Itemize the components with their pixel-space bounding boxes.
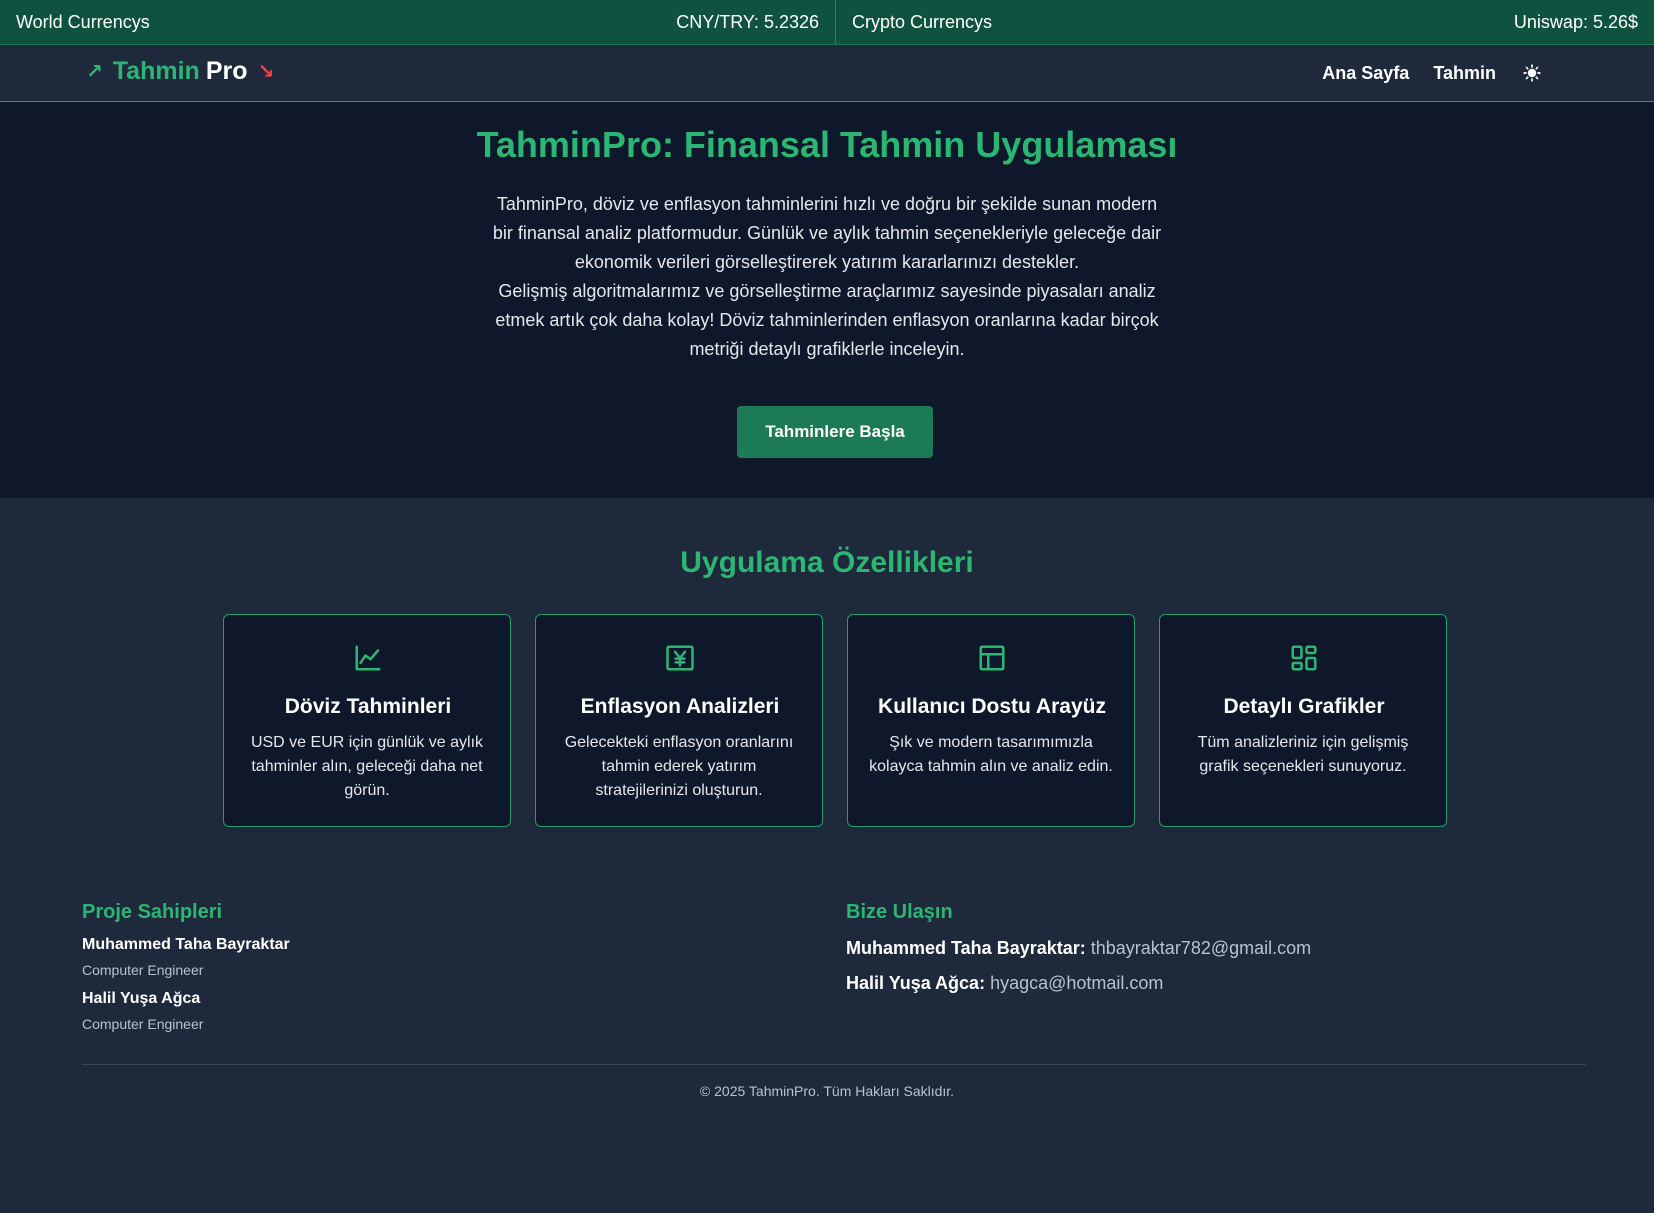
feature-card-inflation: Enflasyon Analizleri Gelecekteki enflasy… <box>535 614 823 827</box>
crypto-currency-label: Crypto Currencys <box>852 11 993 32</box>
yen-currency-icon <box>666 645 694 671</box>
world-currency-ticker: World Currencys CNY/TRY: 5.2326 <box>0 0 836 44</box>
hero-paragraph-2: Gelişmiş algoritmalarımız ve görselleşti… <box>495 281 1159 359</box>
sun-icon <box>1523 64 1541 82</box>
contact-section: Bize Ulaşın Muhammed Taha Bayraktar: thb… <box>846 901 1311 994</box>
theme-toggle-button[interactable] <box>1520 61 1544 85</box>
feature-card-charts: Detaylı Grafikler Tüm analizleriniz için… <box>1159 614 1447 827</box>
world-currency-label: World Currencys <box>16 11 150 32</box>
feature-title: Enflasyon Analizleri <box>580 695 780 718</box>
project-owners: Proje Sahipleri Muhammed Taha Bayraktar … <box>82 901 290 1032</box>
crypto-currency-rate: Uniswap: 5.26$ <box>1513 11 1638 32</box>
contact-email-link[interactable]: hyagca@hotmail.com <box>990 973 1163 993</box>
brand-name-first: Tahmin <box>112 57 200 85</box>
feature-title: Kullanıcı Dostu Arayüz <box>878 695 1106 718</box>
hero-paragraph-1: TahminPro, döviz ve enflasyon tahminleri… <box>492 194 1162 272</box>
hero-section: TahminPro: Finansal Tahmin Uygulaması Ta… <box>0 102 1654 498</box>
feature-card-currency: Döviz Tahminleri USD ve EUR için günlük … <box>223 614 511 827</box>
hero-description: TahminPro, döviz ve enflasyon tahminleri… <box>487 190 1167 364</box>
owner-role: Computer Engineer <box>82 1016 204 1032</box>
copyright-text: © 2025 TahminPro. Tüm Hakları Saklıdır. <box>699 1083 955 1099</box>
feature-title: Detaylı Grafikler <box>1223 695 1385 718</box>
dashboard-icon <box>1291 645 1317 671</box>
contact-email-link[interactable]: thbayraktar782@gmail.com <box>1091 938 1311 958</box>
owner-name: Halil Yuşa Ağca <box>82 990 201 1007</box>
contact-row: Halil Yuşa Ağca: hyagca@hotmail.com <box>846 973 1311 994</box>
layout-icon <box>979 645 1005 671</box>
contact-name: Halil Yuşa Ağca: <box>846 973 986 993</box>
nav-link-home[interactable]: Ana Sayfa <box>1322 63 1409 84</box>
owner-role: Computer Engineer <box>82 962 204 978</box>
contact-row: Muhammed Taha Bayraktar: thbayraktar782@… <box>846 938 1311 959</box>
footer: Proje Sahipleri Muhammed Taha Bayraktar … <box>0 875 1654 1213</box>
nav-links: Ana Sayfa Tahmin <box>1298 61 1544 85</box>
contact-title: Bize Ulaşın <box>846 901 953 923</box>
hero-title: TahminPro: Finansal Tahmin Uygulaması <box>476 124 1178 165</box>
arrow-down-right-icon: ↘ <box>257 61 275 83</box>
feature-card-ui: Kullanıcı Dostu Arayüz Şık ve modern tas… <box>847 614 1135 827</box>
navbar: ↗ Tahmin Pro ↘ Ana Sayfa Tahmin <box>0 45 1654 102</box>
world-currency-rate: CNY/TRY: 5.2326 <box>676 11 819 32</box>
currency-ticker: World Currencys CNY/TRY: 5.2326 Crypto C… <box>0 0 1654 45</box>
crypto-currency-ticker: Crypto Currencys Uniswap: 5.26$ <box>836 0 1654 44</box>
feature-text: USD ve EUR için günlük ve aylık tahminle… <box>250 734 484 799</box>
nav-link-forecast[interactable]: Tahmin <box>1433 63 1496 84</box>
footer-divider <box>82 1064 1586 1065</box>
feature-text: Gelecekteki enflasyon oranlarını tahmin … <box>564 734 794 799</box>
brand-name-second: Pro <box>205 57 248 85</box>
start-forecast-button[interactable]: Tahminlere Başla <box>737 406 933 458</box>
feature-text: Şık ve modern tasarımımızla kolayca tahm… <box>869 734 1113 775</box>
contact-name: Muhammed Taha Bayraktar: <box>846 938 1086 958</box>
features-section: Uygulama Özellikleri Döviz Tahminleri US… <box>0 498 1654 875</box>
features-title: Uygulama Özellikleri <box>680 546 974 579</box>
feature-title: Döviz Tahminleri <box>284 695 452 718</box>
feature-text: Tüm analizleriniz için gelişmiş grafik s… <box>1197 734 1409 775</box>
owners-title: Proje Sahipleri <box>82 901 223 923</box>
arrow-up-right-icon: ↗ <box>86 61 103 83</box>
owner-name: Muhammed Taha Bayraktar <box>82 936 290 953</box>
brand-logo[interactable]: ↗ Tahmin Pro ↘ <box>86 57 274 86</box>
line-chart-icon <box>355 645 381 671</box>
